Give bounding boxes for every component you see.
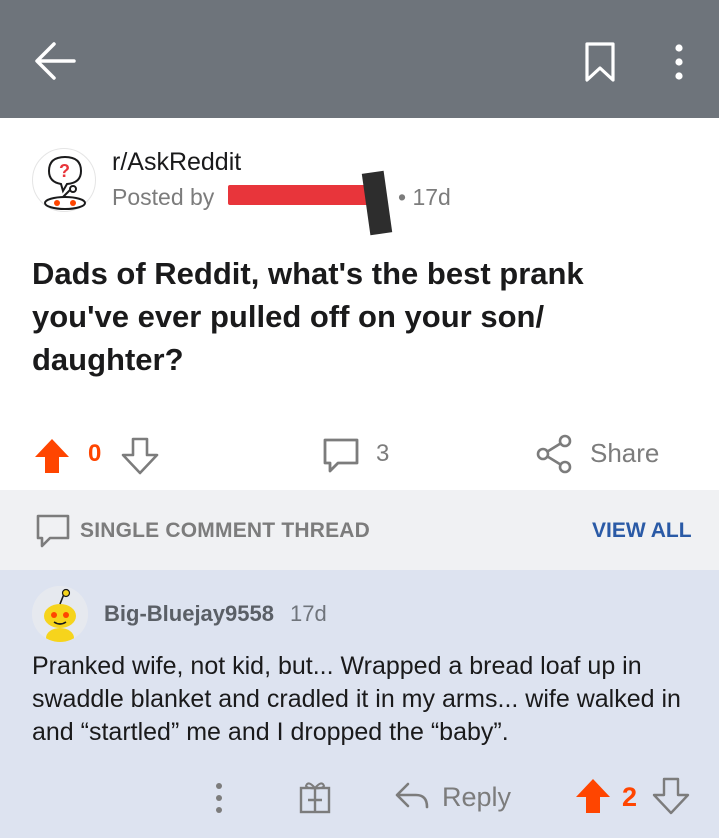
subreddit-avatar[interactable]: ? xyxy=(32,148,96,212)
more-vertical-icon[interactable] xyxy=(204,778,234,818)
thread-label: SINGLE COMMENT THREAD xyxy=(80,519,371,542)
post-action-bar: 0 3 Share xyxy=(0,424,719,484)
upvote-icon[interactable] xyxy=(32,436,72,476)
user-avatar[interactable] xyxy=(32,586,88,642)
reply-icon[interactable] xyxy=(392,778,432,814)
share-button-label[interactable]: Share xyxy=(590,438,659,469)
askreddit-logo-icon: ? xyxy=(44,155,86,210)
more-vertical-icon[interactable] xyxy=(664,40,694,84)
comment-thread-icon xyxy=(36,514,70,548)
comment-body: Pranked wife, not kid, but... Wrapped a … xyxy=(32,652,681,746)
share-icon[interactable] xyxy=(534,432,576,476)
award-icon[interactable] xyxy=(296,776,334,816)
post-vote-count: 0 xyxy=(88,440,102,467)
upvote-icon[interactable] xyxy=(574,776,612,816)
snoo-avatar-icon xyxy=(32,586,88,642)
bookmark-icon[interactable] xyxy=(582,40,618,84)
top-app-bar xyxy=(0,0,719,118)
comment-count[interactable]: 3 xyxy=(376,440,389,468)
downvote-icon[interactable] xyxy=(120,436,160,476)
redaction-mark-end xyxy=(361,170,393,236)
post-age: • 17d xyxy=(398,184,451,210)
comment-score: 2 xyxy=(622,782,638,812)
comment-age: 17d xyxy=(290,601,327,626)
post-card: ? r/AskReddit Posted by • 17d Dads of Re… xyxy=(0,118,719,490)
downvote-icon[interactable] xyxy=(652,776,690,816)
post-title: Dads of Reddit, what's the best prank yo… xyxy=(32,256,584,377)
svg-text:?: ? xyxy=(59,161,70,181)
subreddit-name[interactable]: r/AskReddit xyxy=(112,148,241,177)
view-all-link[interactable]: VIEW ALL xyxy=(592,519,692,543)
single-comment-thread-bar: SINGLE COMMENT THREAD VIEW ALL xyxy=(0,490,719,570)
posted-by-label: Posted by xyxy=(112,184,215,210)
comment-username[interactable]: Big-Bluejay9558 xyxy=(104,601,274,627)
reply-button-label[interactable]: Reply xyxy=(442,782,511,813)
comment-action-bar: Reply 2 xyxy=(0,770,719,822)
comment-card: Big-Bluejay9558 17d Pranked wife, not ki… xyxy=(0,570,719,838)
redaction-mark xyxy=(228,185,376,205)
comment-icon[interactable] xyxy=(320,434,362,476)
back-arrow-icon[interactable] xyxy=(30,38,80,84)
